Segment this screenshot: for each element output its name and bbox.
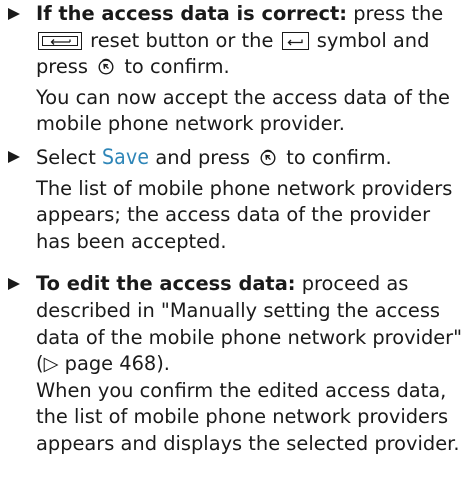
reset-key-icon — [38, 31, 82, 50]
step-text: and press — [149, 145, 257, 169]
back-arrow-icon — [281, 31, 309, 50]
step-lead: To edit the access data: — [36, 272, 296, 296]
controller-press-icon — [96, 57, 116, 85]
controller-press-icon — [258, 148, 278, 176]
bullet-arrow-icon — [8, 150, 20, 163]
step-text: reset button or the — [84, 28, 280, 52]
step-text: to confirm. — [280, 145, 392, 169]
step-text: Select — [36, 145, 102, 169]
menu-term-save: Save — [101, 144, 150, 169]
step-result: When you confirm the edited access data,… — [36, 378, 460, 455]
step-result: You can now accept the access data of th… — [36, 85, 450, 136]
bullet-arrow-icon — [8, 278, 20, 291]
step-text: press the — [347, 2, 444, 25]
instruction-step-edit: To edit the access data: proceed as desc… — [8, 271, 470, 457]
step-result: The list of mobile phone network provide… — [36, 176, 453, 253]
step-lead: If the access data is correct: — [36, 2, 348, 25]
instruction-step-correct-data: If the access data is correct: press the… — [8, 1, 470, 138]
instruction-step-save: Select Save and press to confirm. The li… — [8, 144, 470, 255]
step-text: to confirm. — [118, 55, 230, 79]
document-body: If the access data is correct: press the… — [8, 1, 470, 458]
bullet-arrow-icon — [8, 8, 20, 20]
